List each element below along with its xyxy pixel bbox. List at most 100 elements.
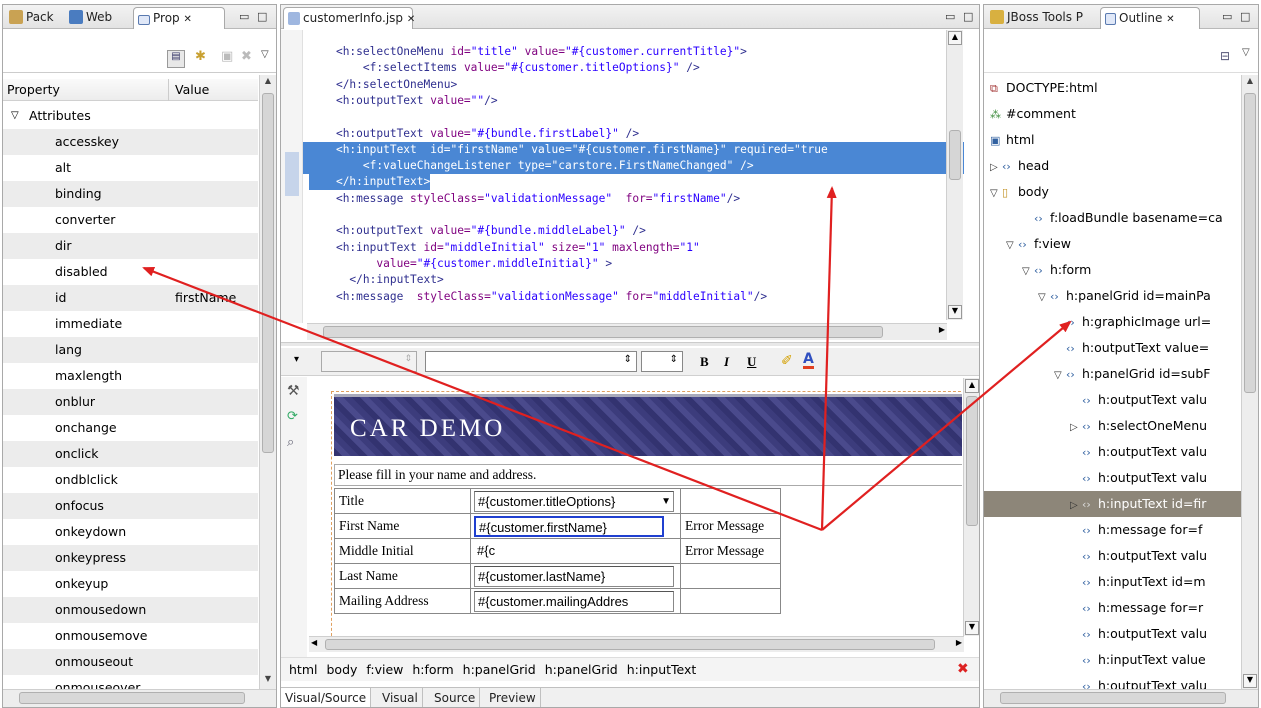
source-line[interactable]: <h:outputText value=""/> — [309, 93, 964, 109]
property-value[interactable]: firstName — [175, 285, 236, 311]
property-row[interactable]: disabled — [3, 259, 258, 285]
preview-icon[interactable]: ⌕ — [287, 435, 294, 450]
tab-preview[interactable]: Preview — [485, 688, 541, 707]
source-line[interactable]: value="#{customer.middleInitial}" > — [309, 256, 964, 272]
tools-icon[interactable]: ⚒ — [287, 383, 300, 399]
expand-triangle-icon[interactable]: ▽ — [11, 103, 19, 129]
expand-toggle-icon[interactable]: ▷ — [1070, 493, 1082, 519]
property-row[interactable]: dir — [3, 233, 258, 259]
maximize-icon[interactable]: □ — [1240, 10, 1250, 23]
font-combo[interactable]: ⇕ — [425, 351, 637, 372]
tab-outline[interactable]: Outline ✕ — [1100, 7, 1200, 29]
outline-hscroll[interactable] — [984, 689, 1258, 707]
property-row[interactable]: onkeyup — [3, 571, 258, 597]
outline-node[interactable]: ⧉ DOCTYPE:html — [984, 75, 1241, 101]
tab-visual-source[interactable]: Visual/Source — [281, 688, 372, 707]
breadcrumb-item[interactable]: h:form — [412, 662, 453, 677]
expand-toggle-icon[interactable]: ▷ — [1070, 415, 1082, 441]
minimize-icon[interactable]: ▭ — [1222, 10, 1232, 23]
minimize-icon[interactable]: ▭ — [239, 10, 249, 23]
scroll-thumb[interactable] — [1244, 93, 1256, 393]
outline-node[interactable]: ▷ ‹› head — [984, 153, 1241, 179]
outline-node[interactable]: ‹› h:outputText valu — [984, 439, 1241, 465]
scroll-left-icon[interactable]: ◀ — [311, 638, 317, 647]
outline-node[interactable]: ▽ ‹› h:panelGrid id=subF — [984, 361, 1241, 387]
property-row[interactable]: accesskey — [3, 129, 258, 155]
property-row[interactable]: onmousedown — [3, 597, 258, 623]
size-combo[interactable]: ⇕ — [641, 351, 683, 372]
scroll-up-icon[interactable]: ▲ — [948, 31, 962, 45]
bold-button[interactable]: B — [700, 354, 709, 370]
scroll-up-icon[interactable]: ▲ — [261, 76, 275, 90]
refresh-icon[interactable]: ⟳ — [287, 409, 298, 424]
source-line[interactable]: </h:inputText> — [303, 174, 964, 191]
property-row[interactable]: onmouseout — [3, 649, 258, 675]
maximize-icon[interactable]: □ — [257, 10, 267, 23]
expand-toggle-icon[interactable]: ▷ — [990, 155, 1002, 181]
minimize-icon[interactable]: ▭ — [945, 10, 955, 23]
maximize-icon[interactable]: □ — [963, 10, 973, 23]
categories-icon[interactable]: ▤ — [167, 50, 185, 68]
outline-vscroll[interactable]: ▲ ▼ — [1241, 75, 1258, 689]
outline-node[interactable]: ‹› h:outputText valu — [984, 387, 1241, 413]
font-color-icon[interactable]: A — [803, 352, 814, 369]
scroll-down-icon[interactable]: ▼ — [948, 305, 962, 319]
scroll-thumb[interactable] — [949, 130, 961, 180]
source-line[interactable]: <h:inputText id="firstName" value="#{cus… — [303, 141, 964, 158]
visual-canvas[interactable]: CAR DEMO Please fill in your name and ad… — [309, 378, 962, 638]
visual-vscroll[interactable]: ▲ ▼ — [963, 378, 979, 636]
attributes-group[interactable]: ▽ Attributes — [3, 103, 258, 129]
outline-node[interactable]: ▣ html — [984, 127, 1241, 153]
source-hscroll[interactable]: ▶ — [307, 323, 947, 340]
property-row[interactable]: onkeydown — [3, 519, 258, 545]
breadcrumb-item[interactable]: f:view — [366, 662, 403, 677]
breadcrumb-item[interactable]: h:panelGrid — [545, 662, 618, 677]
source-line[interactable]: <f:selectItems value="#{customer.titleOp… — [309, 60, 964, 76]
dropdown-arrow-icon[interactable]: ▼ — [661, 492, 671, 511]
italic-button[interactable]: I — [724, 354, 729, 370]
split-sash[interactable] — [281, 342, 979, 346]
source-line[interactable]: </h:inputText> — [309, 272, 964, 288]
source-line[interactable]: <h:message styleClass="validationMessage… — [309, 289, 964, 305]
collapse-all-icon[interactable]: ⊟ — [1220, 49, 1230, 63]
outline-node[interactable]: ‹› h:graphicImage url= — [984, 309, 1241, 335]
restore-icon[interactable]: ▣ — [221, 49, 233, 64]
tab-pack[interactable]: Pack — [5, 7, 58, 29]
source-editor[interactable]: <h:selectOneMenu id="title" value="#{cus… — [281, 30, 964, 323]
expand-toggle-icon[interactable]: ▽ — [1054, 363, 1066, 389]
outline-node[interactable]: ▷ ‹› h:inputText id=fir — [984, 491, 1241, 517]
outline-node[interactable]: ‹› f:loadBundle basename=ca — [984, 205, 1241, 231]
outline-node[interactable]: ‹› h:outputText value= — [984, 335, 1241, 361]
outline-node[interactable]: ▷ ‹› h:selectOneMenu — [984, 413, 1241, 439]
source-line[interactable]: <f:valueChangeListener type="carstore.Fi… — [303, 158, 964, 175]
breadcrumb-item[interactable]: body — [326, 662, 357, 677]
title-select[interactable]: #{customer.titleOptions} ▼ — [474, 490, 674, 512]
outline-node[interactable]: ‹› h:inputText id=m — [984, 569, 1241, 595]
outline-node[interactable]: ▽ ‹› f:view — [984, 231, 1241, 257]
outline-node[interactable]: ‹› h:inputText value — [984, 647, 1241, 673]
tab-customerinfo-jsp[interactable]: customerInfo.jsp ✕ — [283, 7, 415, 29]
expand-toggle-icon[interactable]: ▽ — [990, 181, 1002, 207]
form-input[interactable]: #{c — [474, 540, 514, 562]
breadcrumb-item[interactable]: h:inputText — [627, 662, 697, 677]
outline-node[interactable]: ▽ ▯ body — [984, 179, 1241, 205]
source-line[interactable]: <h:outputText value="#{bundle.firstLabel… — [309, 126, 964, 142]
outline-node[interactable]: ‹› h:message for=r — [984, 595, 1241, 621]
property-row[interactable]: onfocus — [3, 493, 258, 519]
property-row[interactable]: converter — [3, 207, 258, 233]
advanced-icon[interactable]: ✱ — [195, 49, 206, 64]
style-combo[interactable]: ⇕ — [321, 351, 417, 372]
tab-properties[interactable]: Prop ✕ — [133, 7, 225, 29]
property-row[interactable]: maxlength — [3, 363, 258, 389]
close-icon[interactable]: ✕ — [183, 14, 191, 25]
scroll-down-icon[interactable]: ▼ — [965, 621, 979, 635]
tab-web[interactable]: Web — [65, 7, 116, 29]
source-line[interactable] — [309, 109, 964, 125]
view-menu-icon[interactable]: ▽ — [1242, 47, 1250, 58]
close-icon[interactable]: ✖ — [957, 661, 969, 677]
scroll-down-icon[interactable]: ▼ — [261, 674, 275, 688]
breadcrumb-item[interactable]: html — [289, 662, 317, 677]
close-icon[interactable]: ✕ — [407, 14, 415, 25]
property-row[interactable]: onkeypress — [3, 545, 258, 571]
form-input[interactable]: #{customer.firstName} — [474, 515, 664, 537]
